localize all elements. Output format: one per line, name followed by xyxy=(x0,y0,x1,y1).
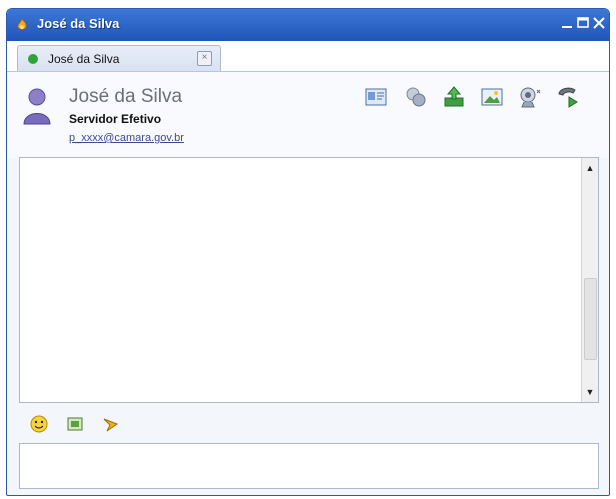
image-icon[interactable] xyxy=(479,84,505,110)
minimize-button[interactable] xyxy=(559,15,575,31)
minimize-icon xyxy=(562,26,572,28)
window-title: José da Silva xyxy=(37,16,120,31)
phone-call-icon[interactable] xyxy=(555,84,581,110)
app-flame-icon xyxy=(17,18,27,30)
contact-name: José da Silva xyxy=(69,86,183,107)
contact-status: Servidor Efetivo xyxy=(69,112,162,126)
tab-label: José da Silva xyxy=(48,52,120,66)
online-status-icon xyxy=(28,54,38,64)
scroll-up-icon[interactable]: ▲ xyxy=(582,160,598,176)
title-bar[interactable]: José da Silva xyxy=(7,9,609,41)
contact-header: José da Silva Servidor Efetivo p_xxxx@ca… xyxy=(7,72,609,158)
tab-conversation[interactable]: José da Silva × xyxy=(17,45,221,71)
nudge-icon[interactable] xyxy=(101,414,121,434)
chat-window: José da Silva José da Silva × José da Si… xyxy=(6,8,610,496)
message-input[interactable] xyxy=(19,443,599,489)
close-window-button[interactable] xyxy=(591,15,607,31)
chat-history[interactable]: ▲ ▼ xyxy=(19,157,599,403)
avatar[interactable] xyxy=(21,86,53,126)
input-toolbar xyxy=(19,407,599,441)
maximize-button[interactable] xyxy=(575,15,591,31)
screenshot-icon[interactable] xyxy=(65,414,85,434)
attachment-icon[interactable] xyxy=(403,84,429,110)
tab-close-button[interactable]: × xyxy=(197,51,212,66)
send-file-icon[interactable] xyxy=(441,84,467,110)
maximize-icon xyxy=(577,17,589,28)
close-icon xyxy=(593,17,605,29)
contact-card-icon[interactable] xyxy=(363,84,389,110)
contact-email-link[interactable]: p_xxxx@camara.gov.br xyxy=(69,132,184,144)
scroll-thumb[interactable] xyxy=(584,278,597,360)
tab-strip: José da Silva × xyxy=(7,41,609,72)
video-call-icon[interactable] xyxy=(517,84,543,110)
scroll-down-icon[interactable]: ▼ xyxy=(582,384,598,400)
emoticon-icon[interactable] xyxy=(29,414,49,434)
chat-scrollbar[interactable]: ▲ ▼ xyxy=(581,158,598,402)
